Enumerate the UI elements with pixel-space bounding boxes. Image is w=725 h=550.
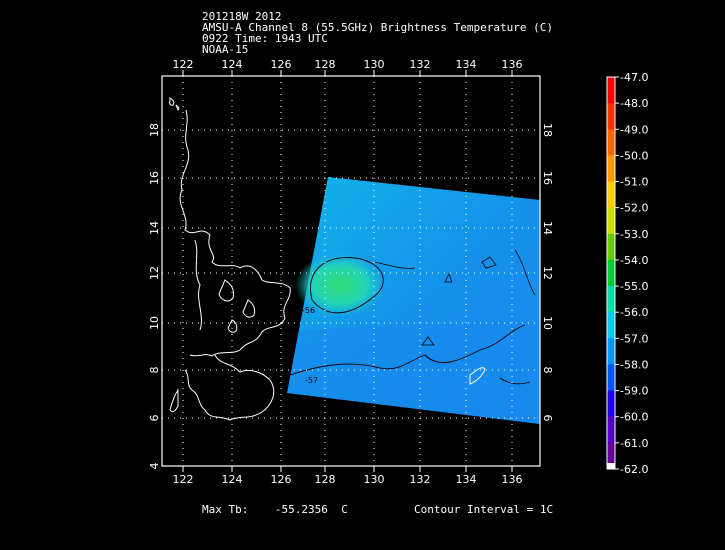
colorbar-label: -60.0 (620, 411, 648, 424)
lat-label: 8 (148, 367, 161, 374)
colorbar-label: -61.0 (620, 437, 648, 450)
lon-label: 136 (502, 473, 523, 486)
colorbar-segment (607, 103, 615, 130)
lon-label: 134 (456, 473, 477, 486)
lon-label: 126 (271, 58, 292, 71)
lon-label: 132 (410, 58, 431, 71)
lat-label: 18 (148, 123, 161, 137)
colorbar-label: -47.0 (620, 71, 648, 84)
colorbar-segment (607, 181, 615, 209)
colorbar-label: -53.0 (620, 228, 648, 241)
colorbar-label: -55.0 (620, 280, 648, 293)
lat-label: 16 (541, 171, 554, 185)
colorbar-segment (607, 338, 615, 365)
colorbar-label: -54.0 (620, 254, 648, 267)
lat-label: 10 (541, 316, 554, 330)
colorbar-label: -49.0 (620, 123, 648, 136)
lon-label: 130 (364, 58, 385, 71)
lat-label: 14 (148, 221, 161, 235)
lat-label: 10 (148, 316, 161, 330)
lat-label: 6 (541, 415, 554, 422)
lat-labels-right: 18 16 14 12 10 8 6 (541, 123, 554, 422)
colorbar-label: -56.0 (620, 306, 648, 319)
colorbar: -47.0 -48.0 -49.0 -50.0 -51.0 -52.0 -53.0 -54.0… (606, 71, 648, 476)
lon-label: 126 (271, 473, 292, 486)
lon-label: 132 (410, 473, 431, 486)
colorbar-label: -48.0 (620, 97, 648, 110)
lat-label: 12 (148, 266, 161, 280)
colorbar-segment (607, 155, 615, 183)
contour-interval-readout: Contour Interval = 1C (414, 503, 554, 516)
colorbar-segment (607, 259, 615, 287)
colorbar-label: -59.0 (620, 385, 648, 398)
lon-labels-top: 122 124 126 128 130 132 134 136 (173, 58, 523, 71)
colorbar-segment (607, 207, 615, 235)
lat-label: 8 (541, 367, 554, 374)
lat-label: 18 (541, 123, 554, 137)
contour-label: -56 (302, 306, 315, 315)
colorbar-segment (607, 129, 615, 156)
colorbar-label: -51.0 (620, 176, 648, 189)
lon-label: 124 (222, 473, 243, 486)
colorbar-label: -62.0 (620, 463, 648, 476)
lat-label: 14 (541, 221, 554, 235)
colorbar-segment (607, 286, 615, 313)
map-plot: -56 -57 122 124 126 128 130 132 134 136 … (148, 58, 648, 486)
lat-label: 6 (148, 415, 161, 422)
lon-label: 122 (173, 58, 194, 71)
lat-labels-left: 18 16 14 12 10 8 6 4 (148, 123, 161, 470)
colorbar-segment (607, 312, 615, 339)
lon-label: 124 (222, 58, 243, 71)
lon-label: 130 (364, 473, 385, 486)
colorbar-label: -50.0 (620, 149, 648, 162)
lon-label: 128 (315, 58, 336, 71)
lon-label: 136 (502, 58, 523, 71)
colorbar-segment (607, 364, 615, 392)
colorbar-label: -52.0 (620, 202, 648, 215)
lon-labels-bottom: 122 124 126 128 130 132 134 136 (173, 473, 523, 486)
colorbar-label: -57.0 (620, 332, 648, 345)
max-tb-readout: Max Tb: -55.2356 C (202, 503, 348, 516)
lon-label: 134 (456, 58, 477, 71)
lon-label: 128 (315, 473, 336, 486)
contour-label: -57 (305, 376, 318, 385)
lat-label: 16 (148, 171, 161, 185)
lon-label: 122 (173, 473, 194, 486)
colorbar-segment (607, 77, 615, 104)
colorbar-segment (607, 390, 615, 418)
lat-label: 4 (148, 463, 161, 470)
lat-label: 12 (541, 266, 554, 280)
colorbar-segment (607, 463, 615, 469)
colorbar-label: -58.0 (620, 358, 648, 371)
colorbar-segment (607, 416, 615, 444)
colorbar-segment (607, 233, 615, 261)
